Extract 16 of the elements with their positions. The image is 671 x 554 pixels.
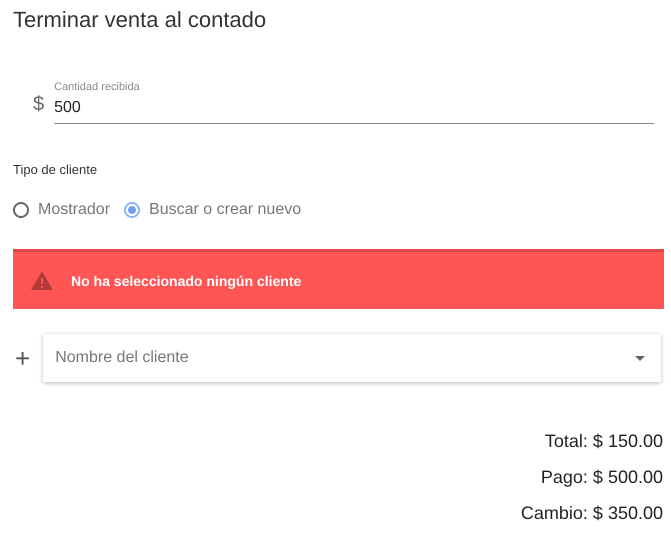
radio-option[interactable]: Buscar o crear nuevo [124, 201, 302, 219]
total-line: Total: $ 150.00 [544, 430, 663, 453]
warning-icon [31, 271, 53, 290]
page-title: Terminar venta al contado [13, 6, 268, 34]
section-label: Tipo de cliente [13, 162, 98, 177]
radio-option[interactable]: Mostrador [13, 201, 110, 219]
total-line: Cambio: $ 350.00 [520, 502, 663, 525]
customer-select[interactable]: Nombre del cliente [43, 334, 662, 382]
alert-message: No ha seleccionado ningún cliente [71, 272, 302, 288]
radio-icon[interactable] [124, 202, 140, 218]
dropdown-caret-icon [635, 356, 646, 360]
amount-field[interactable]: Cantidad recibida 500 [54, 81, 654, 124]
dollar-prefix: $ [33, 93, 44, 117]
radio-icon[interactable] [13, 202, 29, 218]
add-button[interactable]: + [13, 345, 30, 371]
total-line: Pago: $ 500.00 [540, 466, 663, 489]
